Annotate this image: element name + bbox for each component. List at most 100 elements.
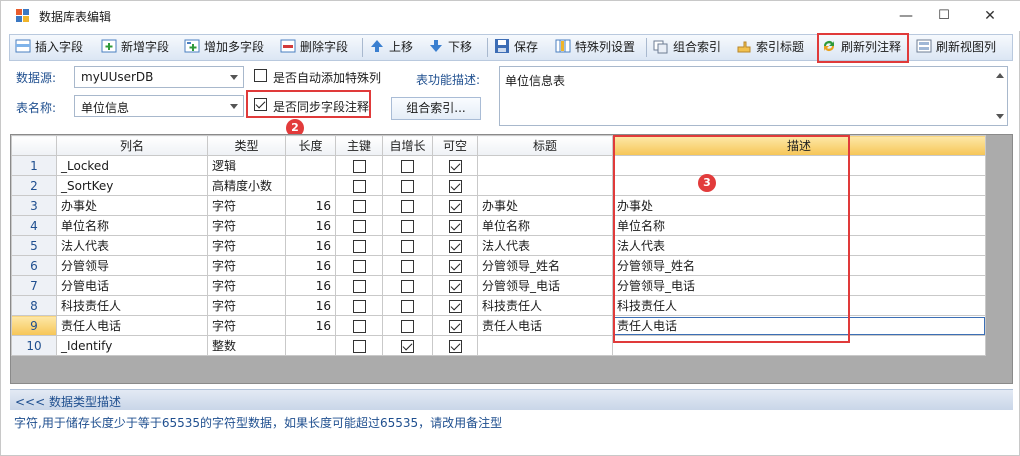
primary-key-cell[interactable] [335,255,383,276]
primary-key-cell[interactable] [335,215,383,236]
primary-key-checkbox[interactable] [352,259,366,273]
row-header[interactable]: 5 [11,235,57,256]
cell-length[interactable]: 16 [285,295,336,316]
row-header[interactable]: 7 [11,275,57,296]
auto-increment-cell[interactable] [382,335,433,356]
cell-type[interactable]: 字符 [207,275,286,296]
cell-name[interactable]: 分管电话 [56,275,208,296]
cell-title[interactable]: 分管领导_姓名 [477,255,613,276]
sync-comment-checkbox[interactable] [254,98,267,111]
delete-field-button[interactable]: 删除字段 [280,37,348,58]
scroll-down-icon[interactable] [996,114,1004,119]
auto-increment-checkbox[interactable] [401,219,414,233]
cell-type[interactable]: 字符 [207,235,286,256]
auto-increment-checkbox[interactable] [401,339,414,353]
cell-name[interactable]: 办事处 [56,195,208,216]
row-header[interactable]: 3 [11,195,57,216]
auto-increment-checkbox[interactable] [401,239,414,253]
cell-name[interactable]: 法人代表 [56,235,208,256]
primary-key-checkbox[interactable] [352,199,366,213]
auto-increment-checkbox[interactable] [401,159,414,173]
cell-length[interactable] [285,335,336,356]
composite-index-dialog-button[interactable]: 组合索引... [391,97,481,120]
add-field-button[interactable]: 新增字段 [101,37,169,58]
nullable-cell[interactable] [432,275,478,296]
cell-type[interactable]: 字符 [207,215,286,236]
row-header[interactable]: 8 [11,295,57,316]
row-header[interactable]: 1 [11,155,57,176]
cell-length[interactable]: 16 [285,275,336,296]
nullable-checkbox[interactable] [448,159,462,173]
primary-key-cell[interactable] [335,235,383,256]
nullable-checkbox[interactable] [448,339,462,353]
cell-length[interactable] [285,155,336,176]
cell-name[interactable]: _Locked [56,155,208,176]
auto-increment-checkbox[interactable] [401,259,414,273]
auto-increment-checkbox[interactable] [401,299,414,313]
cell-type[interactable]: 字符 [207,315,286,336]
primary-key-cell[interactable] [335,275,383,296]
column-header-name[interactable]: 列名 [56,135,208,156]
nullable-cell[interactable] [432,175,478,196]
cell-name[interactable]: 分管领导 [56,255,208,276]
primary-key-checkbox[interactable] [352,279,366,293]
cell-name[interactable]: _SortKey [56,175,208,196]
primary-key-cell[interactable] [335,175,383,196]
nullable-cell[interactable] [432,255,478,276]
cell-length[interactable]: 16 [285,215,336,236]
nullable-cell[interactable] [432,235,478,256]
primary-key-cell[interactable] [335,195,383,216]
primary-key-cell[interactable] [335,295,383,316]
auto-increment-checkbox[interactable] [401,179,414,193]
nullable-cell[interactable] [432,335,478,356]
close-button[interactable]: ✕ [967,1,1013,31]
cell-type[interactable]: 字符 [207,295,286,316]
nullable-cell[interactable] [432,215,478,236]
cell-name[interactable]: 单位名称 [56,215,208,236]
row-header[interactable]: 2 [11,175,57,196]
row-header[interactable]: 6 [11,255,57,276]
nullable-cell[interactable] [432,195,478,216]
move-up-button[interactable]: 上移 [369,37,413,58]
cell-title[interactable]: 分管领导_电话 [477,275,613,296]
maximize-button[interactable]: ☐ [921,1,967,31]
composite-index-button[interactable]: 组合索引 [653,37,721,58]
auto-increment-checkbox[interactable] [401,279,414,293]
auto-increment-cell[interactable] [382,215,433,236]
primary-key-checkbox[interactable] [352,179,366,193]
cell-title[interactable]: 科技责任人 [477,295,613,316]
cell-length[interactable] [285,175,336,196]
nullable-checkbox[interactable] [448,199,462,213]
cell-title[interactable]: 法人代表 [477,235,613,256]
datatype-panel-header[interactable]: <<< 数据类型描述 [10,389,1013,410]
cell-name[interactable]: 责任人电话 [56,315,208,336]
add-multi-field-button[interactable]: 增加多字段 [184,37,264,58]
nullable-checkbox[interactable] [448,239,462,253]
cell-title[interactable]: 办事处 [477,195,613,216]
row-header[interactable]: 10 [11,335,57,356]
cell-title[interactable] [477,155,613,176]
cell-type[interactable]: 高精度小数 [207,175,286,196]
primary-key-checkbox[interactable] [352,219,366,233]
cell-length[interactable]: 16 [285,315,336,336]
auto-increment-cell[interactable] [382,235,433,256]
auto-increment-cell[interactable] [382,315,433,336]
cell-title[interactable]: 单位名称 [477,215,613,236]
auto-increment-cell[interactable] [382,195,433,216]
nullable-checkbox[interactable] [448,319,462,333]
primary-key-cell[interactable] [335,335,383,356]
special-column-button[interactable]: 特殊列设置 [555,37,635,58]
primary-key-cell[interactable] [335,155,383,176]
scroll-up-icon[interactable] [996,73,1004,78]
index-title-button[interactable]: 索引标题 [736,37,804,58]
cell-length[interactable]: 16 [285,235,336,256]
tablename-select[interactable]: 单位信息 [74,95,244,117]
insert-field-button[interactable]: 插入字段 [15,37,83,58]
save-button[interactable]: 保存 [494,37,538,58]
cell-length[interactable]: 16 [285,195,336,216]
auto-increment-cell[interactable] [382,255,433,276]
nullable-cell[interactable] [432,295,478,316]
column-header-type[interactable]: 类型 [207,135,286,156]
column-header-length[interactable]: 长度 [285,135,336,156]
column-header-pk[interactable]: 主键 [335,135,383,156]
